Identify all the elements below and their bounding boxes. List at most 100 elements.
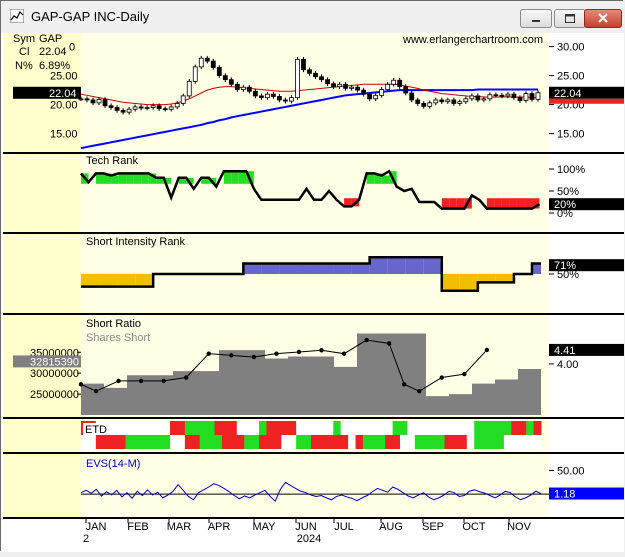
etd-cell-row2 [481, 435, 490, 449]
etd-cell-row2 [400, 435, 408, 449]
etd-cell-row1 [407, 421, 416, 435]
etd-cell-row2 [155, 435, 164, 449]
price-axis-label: 15.00 [557, 129, 585, 141]
etd-cell-row1 [288, 421, 297, 435]
minimize-button[interactable] [520, 9, 552, 28]
short-ratio-point [206, 351, 211, 356]
tech-rank-green-fill [118, 173, 127, 184]
evs-value: 1.18 [554, 489, 575, 501]
etd-cell-row2 [125, 435, 134, 449]
etd-cell-row1 [259, 421, 267, 435]
month-label: AUG [379, 521, 403, 533]
candle-body [427, 102, 433, 107]
short-ratio-point [93, 388, 99, 394]
short-intensity-fill-high [405, 257, 424, 274]
etd-cell-row1 [221, 421, 230, 435]
candle-body [114, 107, 120, 111]
etd-cell-row1 [162, 421, 171, 435]
etd-cell-row2 [466, 435, 475, 449]
candle-body [198, 57, 204, 68]
candle-body [162, 108, 168, 111]
etd-cell-row2 [244, 435, 253, 449]
etd-cell-row1 [325, 421, 334, 435]
tech-rank-green-fill [141, 173, 149, 184]
month-label: JUL [334, 521, 354, 533]
tech-rank-red-fill [516, 198, 525, 209]
candle-body [240, 86, 246, 90]
etd-cell-row1 [192, 421, 201, 435]
etd-cell-row2 [318, 435, 327, 449]
short-ratio-title: Short Ratio [86, 318, 141, 330]
title-bar: GAP-GAP INC-Daily [1, 1, 624, 34]
chart-area: Sym GAP Cl 22.04 N% 6.89% www.erlangerch… [1, 33, 624, 552]
tech-rank-value: 20% [554, 199, 576, 211]
etd-cell-row1 [362, 421, 371, 435]
etd-cell-row2 [444, 435, 453, 449]
close-button[interactable] [584, 9, 622, 28]
etd-cell-row2 [110, 435, 119, 449]
etd-cell-row1 [481, 421, 490, 435]
candle-body [126, 108, 132, 113]
candle-body [349, 86, 354, 89]
candle-body [433, 99, 439, 104]
etd-cell-row2 [437, 435, 446, 449]
candle-body [204, 57, 210, 62]
tech-rank-axis-label: 50% [557, 186, 579, 198]
etd-cell-row1 [451, 421, 460, 435]
etd-cell-row1 [170, 421, 178, 435]
month-label: NOV [507, 521, 532, 533]
etd-cell-row1 [370, 421, 379, 435]
restore-button[interactable] [554, 9, 586, 28]
tech-rank-red-fill [449, 198, 457, 209]
tech-rank-axis-label: 100% [557, 164, 585, 176]
etd-cell-row1 [214, 421, 223, 435]
etd-cell-row2 [170, 435, 178, 449]
etd-cell-row1 [503, 421, 512, 435]
candle-body [355, 86, 361, 91]
month-label: JUN [295, 521, 316, 533]
etd-cell-row1 [400, 421, 408, 435]
etd-cell-row1 [177, 421, 186, 435]
short-intensity-fill-high [351, 263, 370, 274]
month-label: FEB [127, 521, 148, 533]
etd-cell-row2 [511, 435, 520, 449]
candle-body [192, 66, 198, 82]
etd-cell-row2 [103, 435, 112, 449]
source-watermark: www.erlangerchartroom.com [402, 34, 543, 46]
etd-cell-row2 [429, 435, 438, 449]
etd-cell-row1 [414, 421, 423, 435]
etd-cell-row1 [348, 421, 357, 435]
candle-body [283, 99, 288, 102]
etd-cell-row2 [177, 435, 186, 449]
year-label: 2024 [297, 533, 321, 545]
tech-rank-green-fill [231, 171, 239, 184]
tech-rank-green-fill [126, 173, 134, 184]
candle-body [319, 76, 324, 81]
short-ratio-point [138, 378, 144, 384]
short-ratio-point [184, 375, 189, 380]
candle-body [271, 93, 276, 97]
short-intensity-fill-low [135, 274, 154, 287]
etd-cell-row2 [474, 435, 483, 449]
etd-cell-row1 [229, 421, 238, 435]
shares-left-label: 25000000 [30, 389, 79, 401]
candle-body [325, 79, 330, 85]
etd-cell-row2 [88, 435, 97, 449]
etd-cell-row2 [526, 435, 535, 449]
month-label: SEP [422, 521, 444, 533]
tech-rank-green-fill [133, 173, 142, 184]
x-stub-label: 2 [83, 533, 89, 545]
etd-cell-row2 [199, 435, 208, 449]
short-ratio-point [484, 347, 490, 353]
sym-label: Sym [13, 33, 35, 45]
candle-body [150, 105, 156, 108]
tech-rank-red-fill [494, 198, 502, 209]
candle-body [457, 101, 463, 104]
price-axis-label: 25.00 [557, 71, 585, 83]
shares-value-label: 32815390 [30, 356, 79, 368]
short-ratio-point [251, 354, 257, 360]
month-label: JAN [86, 521, 107, 533]
price-left-label: 20.00 [50, 100, 78, 112]
short-ratio-point [364, 337, 369, 343]
short-intensity-fill-high [261, 263, 280, 274]
